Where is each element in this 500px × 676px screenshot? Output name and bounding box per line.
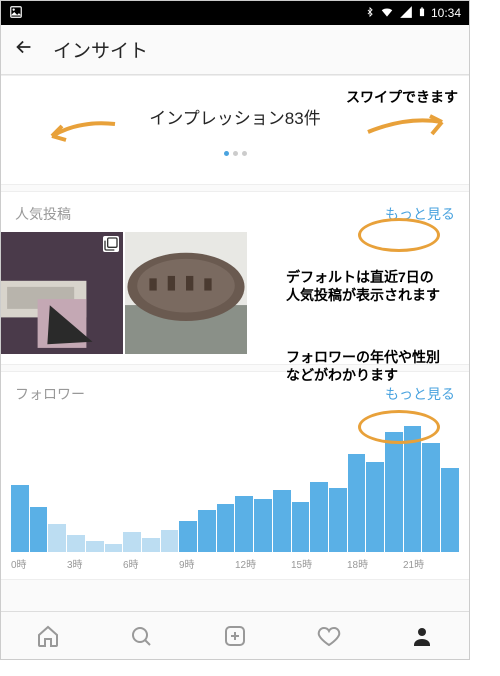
signal-icon bbox=[399, 5, 413, 22]
chart-bar bbox=[292, 502, 310, 552]
battery-icon bbox=[417, 5, 427, 22]
nav-search[interactable] bbox=[95, 612, 189, 659]
dot-active bbox=[224, 151, 229, 156]
chart-bar bbox=[348, 454, 366, 552]
chart-bar bbox=[30, 507, 48, 552]
xaxis-tick: 3時 bbox=[67, 556, 123, 571]
followers-card: フォロワー もっと見る 0時3時6時9時12時15時18時21時 bbox=[1, 371, 469, 580]
impressions-label: インプレッション83件 bbox=[149, 104, 320, 129]
thumbnail-1[interactable] bbox=[1, 232, 123, 354]
popular-posts-card: 人気投稿 もっと見る bbox=[1, 191, 469, 365]
chart-bar bbox=[123, 532, 141, 552]
phone-frame: 10:34 インサイト インプレッション83件 人気投稿 もっと見る bbox=[0, 0, 470, 660]
chart-bar bbox=[105, 544, 123, 552]
chart-bar bbox=[198, 510, 216, 552]
image-icon bbox=[9, 5, 23, 22]
chart-bar bbox=[329, 488, 347, 552]
chart-bar bbox=[142, 538, 160, 552]
chart-bar bbox=[310, 482, 328, 552]
bluetooth-icon bbox=[365, 5, 375, 22]
chart-bar bbox=[254, 499, 272, 552]
chart-bar bbox=[385, 432, 403, 552]
dot bbox=[233, 151, 238, 156]
multi-photo-icon bbox=[103, 236, 119, 252]
dot bbox=[242, 151, 247, 156]
nav-add[interactable] bbox=[188, 612, 282, 659]
chart-bar bbox=[179, 521, 197, 552]
followers-chart: 0時3時6時9時12時15時18時21時 bbox=[1, 412, 469, 579]
impressions-card[interactable]: インプレッション83件 bbox=[1, 75, 469, 185]
xaxis-tick: 0時 bbox=[11, 556, 67, 571]
bottom-nav bbox=[1, 611, 469, 659]
chart-bar bbox=[422, 443, 440, 552]
thumbnail-2[interactable] bbox=[125, 232, 247, 354]
chart-bar bbox=[217, 504, 235, 552]
xaxis-tick: 12時 bbox=[235, 556, 291, 571]
xaxis-tick: 9時 bbox=[179, 556, 235, 571]
chart-bar bbox=[273, 490, 291, 552]
xaxis-tick: 15時 bbox=[291, 556, 347, 571]
popular-more-link[interactable]: もっと見る bbox=[385, 204, 455, 224]
content-scroll[interactable]: インプレッション83件 人気投稿 もっと見る bbox=[1, 75, 469, 580]
xaxis-tick: 21時 bbox=[403, 556, 459, 571]
chart-bar bbox=[67, 535, 85, 552]
xaxis-tick: 18時 bbox=[347, 556, 403, 571]
status-bar: 10:34 bbox=[1, 1, 469, 25]
nav-profile[interactable] bbox=[375, 612, 469, 659]
app-bar: インサイト bbox=[1, 25, 469, 75]
chart-bar bbox=[48, 524, 66, 552]
chart-bar bbox=[235, 496, 253, 552]
chart-bar bbox=[86, 541, 104, 552]
popular-title: 人気投稿 bbox=[15, 204, 71, 224]
carousel-dots bbox=[224, 151, 247, 156]
chart-bar bbox=[161, 530, 179, 552]
followers-title: フォロワー bbox=[15, 384, 85, 404]
page-title: インサイト bbox=[53, 36, 148, 63]
back-icon[interactable] bbox=[13, 36, 35, 64]
followers-more-link[interactable]: もっと見る bbox=[385, 384, 455, 404]
chart-bar bbox=[11, 485, 29, 552]
clock-text: 10:34 bbox=[431, 6, 461, 20]
nav-home[interactable] bbox=[1, 612, 95, 659]
chart-bar bbox=[366, 462, 384, 552]
xaxis-tick: 6時 bbox=[123, 556, 179, 571]
nav-activity[interactable] bbox=[282, 612, 376, 659]
chart-bar bbox=[404, 426, 422, 552]
wifi-icon bbox=[379, 5, 395, 22]
popular-thumbnails bbox=[1, 232, 469, 364]
chart-bar bbox=[441, 468, 459, 552]
